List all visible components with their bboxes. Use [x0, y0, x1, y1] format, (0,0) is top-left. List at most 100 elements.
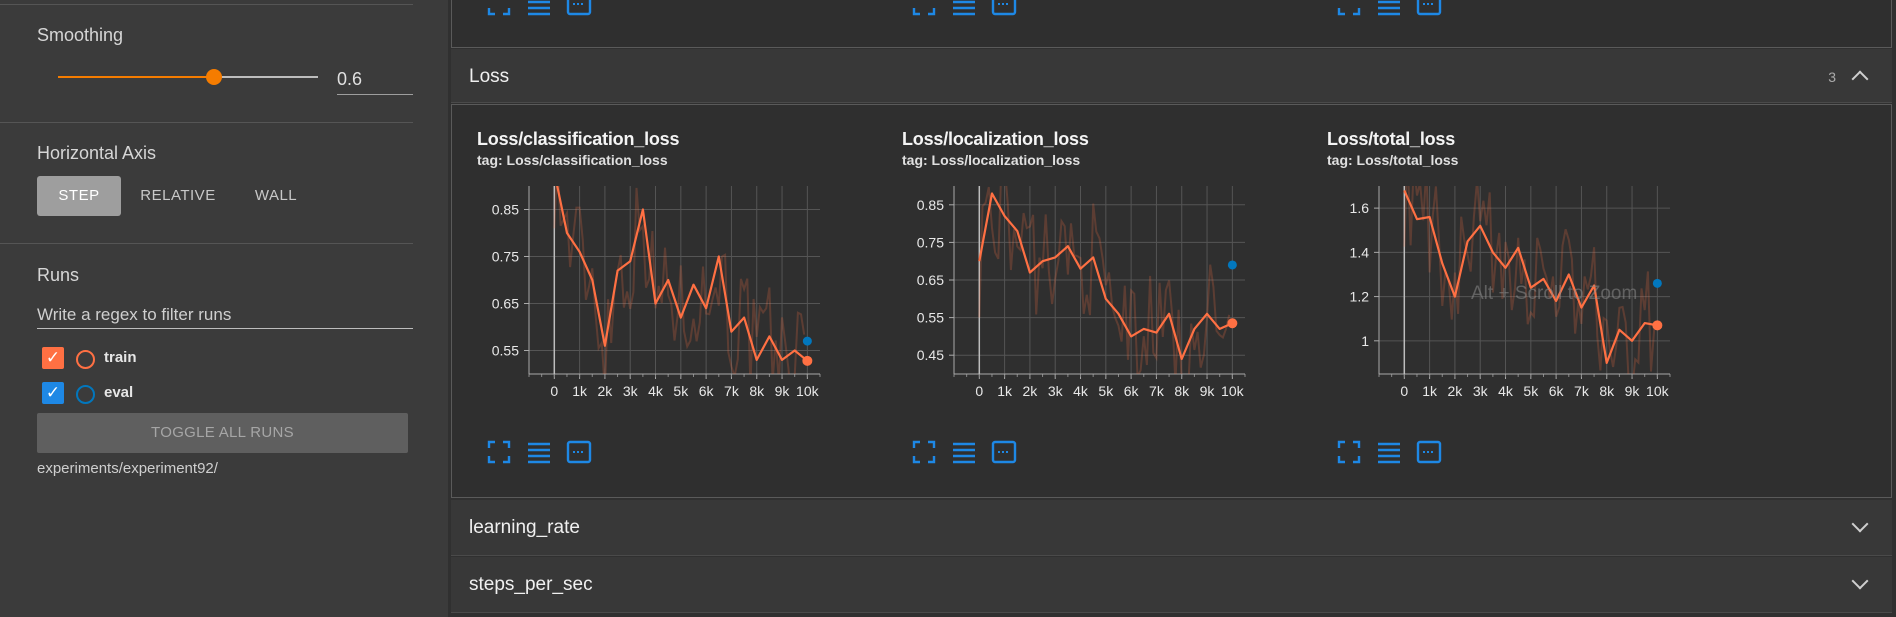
smoothing-slider[interactable] — [58, 69, 318, 85]
x-tick-label: 1k — [997, 383, 1013, 399]
run-color-swatch-train[interactable] — [76, 350, 95, 369]
smoothing-input[interactable] — [337, 60, 413, 95]
section-header-learning-rate[interactable]: learning_rate — [451, 500, 1892, 556]
log-scale-icon[interactable] — [1376, 439, 1402, 465]
chart-classification-loss[interactable]: 0 1k 2k 3k 4k 5k 6k 7k 8k 9k 10k 0.55 0.65 0.75 0.85 — [477, 181, 822, 399]
chart-title-localization: Loss/localization_loss — [902, 129, 1089, 149]
x-tick-label: 5k — [673, 383, 689, 399]
y-tick-label: 0.55 — [917, 310, 944, 326]
x-tick-label: 3k — [1473, 383, 1489, 399]
fullscreen-icon[interactable] — [911, 439, 937, 465]
x-tick-label: 9k — [1200, 383, 1216, 399]
fit-domain-icon[interactable] — [566, 439, 592, 465]
axis-wall-button[interactable]: WALL — [236, 176, 316, 216]
series-train-last-point — [802, 355, 813, 366]
x-tick-label: 0 — [1400, 383, 1408, 399]
fit-domain-icon[interactable] — [1416, 439, 1442, 465]
fullscreen-icon[interactable] — [911, 0, 937, 17]
divider — [0, 243, 413, 244]
section-title-learning-rate: learning_rate — [469, 517, 580, 538]
experiment-path[interactable]: experiments/experiment92/ — [37, 460, 218, 477]
smoothing-label: Smoothing — [37, 25, 124, 45]
x-tick-label: 1k — [1422, 383, 1438, 399]
chart-tag-total: tag: Loss/total_loss — [1327, 152, 1459, 168]
chart-total-loss[interactable]: 0 1k 2k 3k 4k 5k 6k 7k 8k 9k 10k 1 1.2 1.4 1.6 — [1327, 181, 1672, 399]
section-header-steps-per-sec[interactable]: steps_per_sec — [451, 557, 1892, 613]
run-checkbox-eval[interactable]: ✓ — [42, 382, 64, 404]
fullscreen-icon[interactable] — [1336, 0, 1362, 17]
x-tick-label: 7k — [1574, 383, 1590, 399]
smoothing-slider-fill — [58, 76, 214, 78]
fit-domain-icon[interactable] — [991, 0, 1017, 17]
series-train-raw — [1403, 186, 1656, 374]
chart-localization-loss[interactable]: 0 1k 2k 3k 4k 5k 6k 7k 8k 9k 10k 0.45 0.55 0.65 0.75 0.… — [902, 181, 1247, 399]
x-tick-label: 9k — [775, 383, 791, 399]
y-tick-label: 0.75 — [492, 249, 519, 265]
toggle-all-runs-button[interactable]: TOGGLE ALL RUNS — [37, 413, 408, 453]
y-tick-label: 1.2 — [1350, 289, 1370, 305]
section-title-steps-per-sec: steps_per_sec — [469, 574, 593, 595]
x-tick-label: 10k — [1221, 383, 1245, 399]
x-tick-label: 7k — [1149, 383, 1165, 399]
x-tick-label: 9k — [1625, 383, 1641, 399]
axis-relative-button[interactable]: RELATIVE — [126, 176, 230, 216]
x-tick-label: 4k — [1498, 383, 1514, 399]
loss-section-header[interactable]: Loss 3 — [451, 49, 1892, 103]
x-tick-label: 2k — [598, 383, 614, 399]
fullscreen-icon[interactable] — [486, 439, 512, 465]
series-train-last-point — [1652, 320, 1663, 331]
run-filter-input[interactable] — [37, 302, 413, 329]
y-tick-label: 1 — [1361, 333, 1369, 349]
y-tick-label: 0.65 — [492, 296, 519, 312]
chart-tag-localization: tag: Loss/localization_loss — [902, 152, 1081, 168]
log-scale-icon[interactable] — [526, 0, 552, 17]
run-checkbox-train[interactable]: ✓ — [42, 347, 64, 369]
chevron-up-icon[interactable] — [1851, 70, 1869, 88]
chevron-down-icon[interactable] — [1851, 572, 1869, 590]
x-tick-label: 0 — [550, 383, 558, 399]
x-tick-label: 5k — [1098, 383, 1114, 399]
y-tick-label: 1.4 — [1350, 244, 1370, 260]
loss-section-count: 3 — [1828, 69, 1836, 85]
x-tick-label: 0 — [975, 383, 983, 399]
x-tick-label: 8k — [1599, 383, 1615, 399]
sidebar: Smoothing Horizontal Axis STEP RELATIVE … — [0, 0, 448, 617]
previous-card-panel — [451, 0, 1892, 48]
x-tick-label: 1k — [572, 383, 588, 399]
chevron-down-icon[interactable] — [1851, 515, 1869, 533]
x-tick-label: 3k — [623, 383, 639, 399]
fullscreen-icon[interactable] — [486, 0, 512, 17]
fit-domain-icon[interactable] — [566, 0, 592, 17]
series-eval-point — [1227, 260, 1237, 270]
y-tick-label: 1.6 — [1350, 200, 1370, 216]
y-tick-label: 0.65 — [917, 272, 944, 288]
fit-domain-icon[interactable] — [991, 439, 1017, 465]
y-tick-label: 0.85 — [492, 202, 519, 218]
chart-tag-classification: tag: Loss/classification_loss — [477, 152, 668, 168]
log-scale-icon[interactable] — [1376, 0, 1402, 17]
loss-charts-panel: Loss/classification_loss tag: Loss/class… — [451, 104, 1892, 498]
y-tick-label: 0.85 — [917, 197, 944, 213]
fit-domain-icon[interactable] — [1416, 0, 1442, 17]
divider — [0, 122, 413, 123]
loss-section-title: Loss — [469, 66, 510, 87]
series-train-raw — [978, 186, 1231, 374]
x-tick-label: 4k — [1073, 383, 1089, 399]
x-tick-label: 6k — [1124, 383, 1140, 399]
log-scale-icon[interactable] — [951, 439, 977, 465]
fullscreen-icon[interactable] — [1336, 439, 1362, 465]
axis-step-button[interactable]: STEP — [37, 176, 121, 216]
x-tick-label: 7k — [724, 383, 740, 399]
log-scale-icon[interactable] — [951, 0, 977, 17]
log-scale-icon[interactable] — [526, 439, 552, 465]
divider — [0, 4, 413, 5]
series-train-last-point — [1227, 318, 1238, 329]
horizontal-axis-label: Horizontal Axis — [37, 143, 157, 163]
run-label-train: train — [104, 349, 137, 366]
y-tick-label: 0.55 — [492, 343, 519, 359]
chart-title-classification: Loss/classification_loss — [477, 129, 680, 149]
y-tick-label: 0.45 — [917, 347, 944, 363]
x-tick-label: 2k — [1448, 383, 1464, 399]
smoothing-slider-thumb[interactable] — [206, 69, 222, 85]
run-color-swatch-eval[interactable] — [76, 385, 95, 404]
